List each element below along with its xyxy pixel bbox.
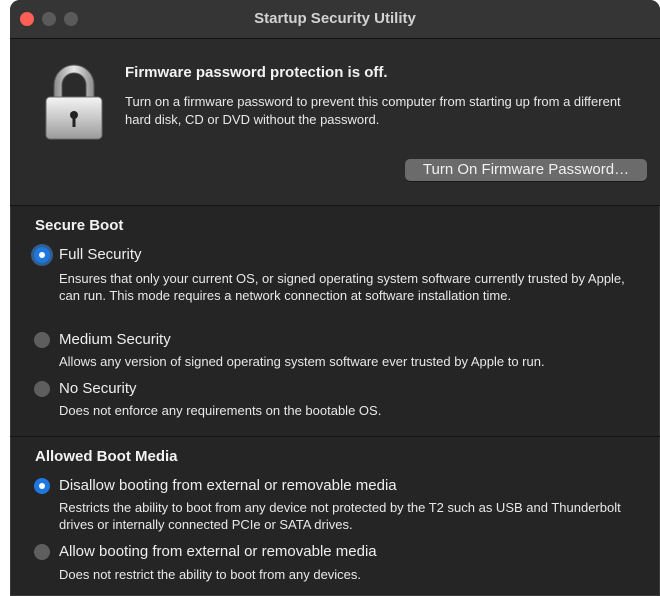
allow-external-boot-description: Does not restrict the ability to boot fr… <box>59 567 362 582</box>
disallow-external-boot-description: Restricts the ability to boot from any d… <box>59 500 621 532</box>
full-security-radio[interactable] <box>34 247 50 263</box>
medium-security-radio[interactable] <box>34 332 50 348</box>
medium-security-label[interactable]: Medium Security <box>59 331 171 348</box>
window-title: Startup Security Utility <box>254 10 416 27</box>
allow-external-boot-label[interactable]: Allow booting from external or removable… <box>59 543 377 560</box>
firmware-password-section: Firmware password protection is off. Tur… <box>10 39 660 205</box>
full-security-description: Ensures that only your current OS, or si… <box>59 271 625 303</box>
full-security-label[interactable]: Full Security <box>59 246 142 263</box>
medium-security-description: Allows any version of signed operating s… <box>59 354 545 369</box>
secure-boot-title: Secure Boot <box>35 217 124 234</box>
allowed-boot-media-title: Allowed Boot Media <box>35 448 178 465</box>
no-security-label[interactable]: No Security <box>59 380 137 397</box>
section-divider <box>10 436 660 437</box>
startup-security-window: Startup Security Utility Firmware passwo… <box>10 0 660 596</box>
firmware-status-heading: Firmware password protection is off. <box>125 64 388 81</box>
disallow-external-boot-radio[interactable] <box>34 478 50 494</box>
turn-on-firmware-password-button[interactable]: Turn On Firmware Password… <box>405 159 647 181</box>
lock-icon <box>45 64 103 140</box>
disallow-external-boot-label[interactable]: Disallow booting from external or remova… <box>59 477 397 494</box>
title-bar: Startup Security Utility <box>10 0 660 39</box>
no-security-description: Does not enforce any requirements on the… <box>59 403 382 418</box>
section-divider <box>10 205 660 206</box>
no-security-radio[interactable] <box>34 381 50 397</box>
firmware-description: Turn on a firmware password to prevent t… <box>125 94 621 127</box>
allow-external-boot-radio[interactable] <box>34 544 50 560</box>
